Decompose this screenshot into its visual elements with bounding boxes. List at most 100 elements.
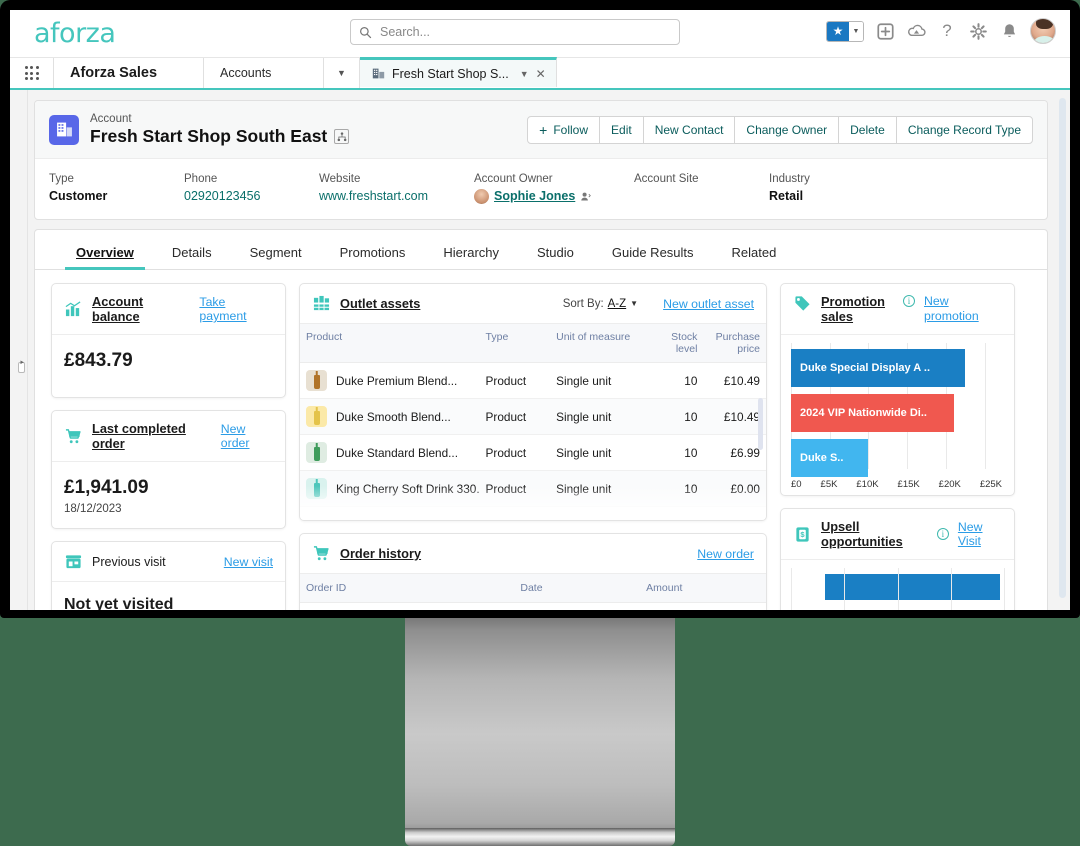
tab-close-icon[interactable]: ✕ [536,67,546,81]
help-icon[interactable]: ? [937,21,957,41]
col-type[interactable]: Type [479,324,551,363]
card-title[interactable]: Upsell opportunities [821,519,928,549]
search-input[interactable] [380,25,671,39]
table-row[interactable]: King Diet Soft Drink 330ml ...ProductSin… [300,506,766,520]
hierarchy-icon[interactable] [334,129,350,144]
col-unit-of-measure[interactable]: Unit of measure [550,324,651,363]
axis-tick-label: £0 [791,479,802,490]
record-name: Fresh Start Shop South East [90,126,328,146]
order-history-table: Order ID Date Amount [300,574,766,610]
owner-avatar [474,188,489,204]
table-row[interactable]: Duke Standard Blend... Product Single unit… [300,434,766,471]
new-order-link[interactable]: New order [697,547,754,561]
sidebar-expand-handle[interactable] [18,358,25,373]
tab-chevron-down-icon[interactable]: ▼ [520,69,529,79]
chevron-down-icon[interactable]: ▼ [849,21,863,41]
dashboard-column-middle: Outlet assets Sort By: A-Z ▼ New outlet … [299,283,767,610]
chart-x-axis: £0 £5K £10K £15K £20K £25K [791,477,1004,490]
nav-item-accounts[interactable]: Accounts [204,58,324,88]
user-avatar[interactable] [1030,18,1056,44]
card-title[interactable]: Previous visit [92,555,166,569]
new-visit-link[interactable]: New visit [224,555,273,569]
app-launcher-icon [24,66,39,80]
app-name[interactable]: Aforza Sales [54,58,204,88]
change-owner-button[interactable]: Change Owner [734,115,840,144]
card-title[interactable]: Last completed order [92,421,212,451]
delete-button[interactable]: Delete [838,115,897,144]
follow-button[interactable]: + Follow [527,115,601,144]
new-outlet-asset-link[interactable]: New outlet asset [663,297,754,311]
tab-guide-results[interactable]: Guide Results [593,245,713,269]
field-account-site: Account Site [634,171,769,205]
card-title[interactable]: Outlet assets [340,296,420,311]
upsell-chart [781,560,1014,610]
edit-button[interactable]: Edit [599,115,644,144]
tab-promotions[interactable]: Promotions [321,245,425,269]
favorites-button[interactable]: ★ ▼ [826,20,864,42]
cell-stock-level: 10 [650,434,704,471]
new-visit-link[interactable]: New Visit [958,520,1002,548]
cell-purchase-price: £0.00 [703,470,766,507]
table-header-row: Order ID Date Amount [300,574,766,603]
cell-stock-level: 10 [650,362,704,399]
card-title[interactable]: Order history [340,546,421,561]
page-body: Account Fresh Start Shop South East + Fol… [10,90,1070,610]
aforza-logo[interactable]: aforza [34,18,116,49]
nav-overflow-chevron-down-icon[interactable]: ▼ [324,58,360,88]
money-bag-icon: $ [793,525,812,544]
col-purchase-price[interactable]: Purchase price [703,324,766,363]
gear-icon[interactable] [968,21,988,41]
page-vertical-scrollbar[interactable] [1059,98,1066,598]
cell-type: Product [479,470,551,507]
setup-add-icon[interactable] [875,21,895,41]
tab-studio[interactable]: Studio [518,245,593,269]
app-launcher-button[interactable] [10,58,54,88]
website-link[interactable]: www.freshstart.com [319,187,474,205]
change-record-type-button[interactable]: Change Record Type [895,115,1033,144]
new-promotion-link[interactable]: New promotion [924,294,1002,324]
col-order-id[interactable]: Order ID [300,574,515,603]
col-stock-level[interactable]: Stock level [650,324,704,363]
tab-related[interactable]: Related [713,245,796,269]
cell-stock-level: 10 [650,470,704,507]
cell-type: Product [479,398,551,435]
chart-bar[interactable]: 2024 VIP Nationwide Di.. [791,394,954,432]
last-order-date: 18/12/2023 [64,503,122,515]
card-title[interactable]: Account balance [92,294,190,324]
take-payment-link[interactable]: Take payment [199,295,273,323]
change-owner-icon[interactable] [580,191,592,202]
col-amount[interactable]: Amount [640,574,766,603]
chart-bar[interactable]: Duke S.. [791,439,869,477]
cloud-icon[interactable] [906,21,926,41]
global-search[interactable] [350,19,680,45]
order-history-card: Order history New order Order ID Date Am… [299,533,767,610]
outlet-assets-scrollbar[interactable] [758,398,763,450]
info-icon[interactable]: i [903,295,915,307]
table-row[interactable]: Duke Premium Blend... Product Single unit 1… [300,362,766,399]
tab-segment[interactable]: Segment [231,245,321,269]
col-date[interactable]: Date [514,574,641,603]
new-contact-button[interactable]: New Contact [642,115,736,144]
tab-overview[interactable]: Overview [57,245,153,270]
field-label: Account Owner [474,173,553,185]
chart-bars: Duke Special Display A .. 2024 VIP Nation… [791,343,1004,477]
chart-icon [64,300,83,319]
table-row[interactable]: Duke Smooth Blend... Product Single unit 10… [300,398,766,435]
tab-hierarchy[interactable]: Hierarchy [424,245,518,269]
phone-link[interactable]: 02920123456 [184,187,319,205]
col-product[interactable]: Product [300,324,480,363]
chart-bar[interactable]: Duke Special Display A .. [791,349,966,387]
new-order-link[interactable]: New order [221,422,273,450]
account-record-icon [49,114,79,145]
tab-fresh-start-shop[interactable]: Fresh Start Shop S... ▼ ✕ [360,57,557,87]
table-row [300,603,766,611]
bell-icon[interactable] [999,21,1019,41]
sort-by-control[interactable]: Sort By: A-Z ▼ [563,298,638,310]
table-row[interactable]: King Cherry Soft Drink 330... Product Sing… [300,470,766,507]
owner-link[interactable]: Sophie Jones [494,187,575,205]
page-content: Account Fresh Start Shop South East + Fol… [28,90,1054,610]
tab-details[interactable]: Details [153,245,231,269]
info-icon[interactable]: i [936,528,949,540]
axis-tick-label: £10K [856,479,879,490]
card-title[interactable]: Promotion sales [821,294,894,324]
